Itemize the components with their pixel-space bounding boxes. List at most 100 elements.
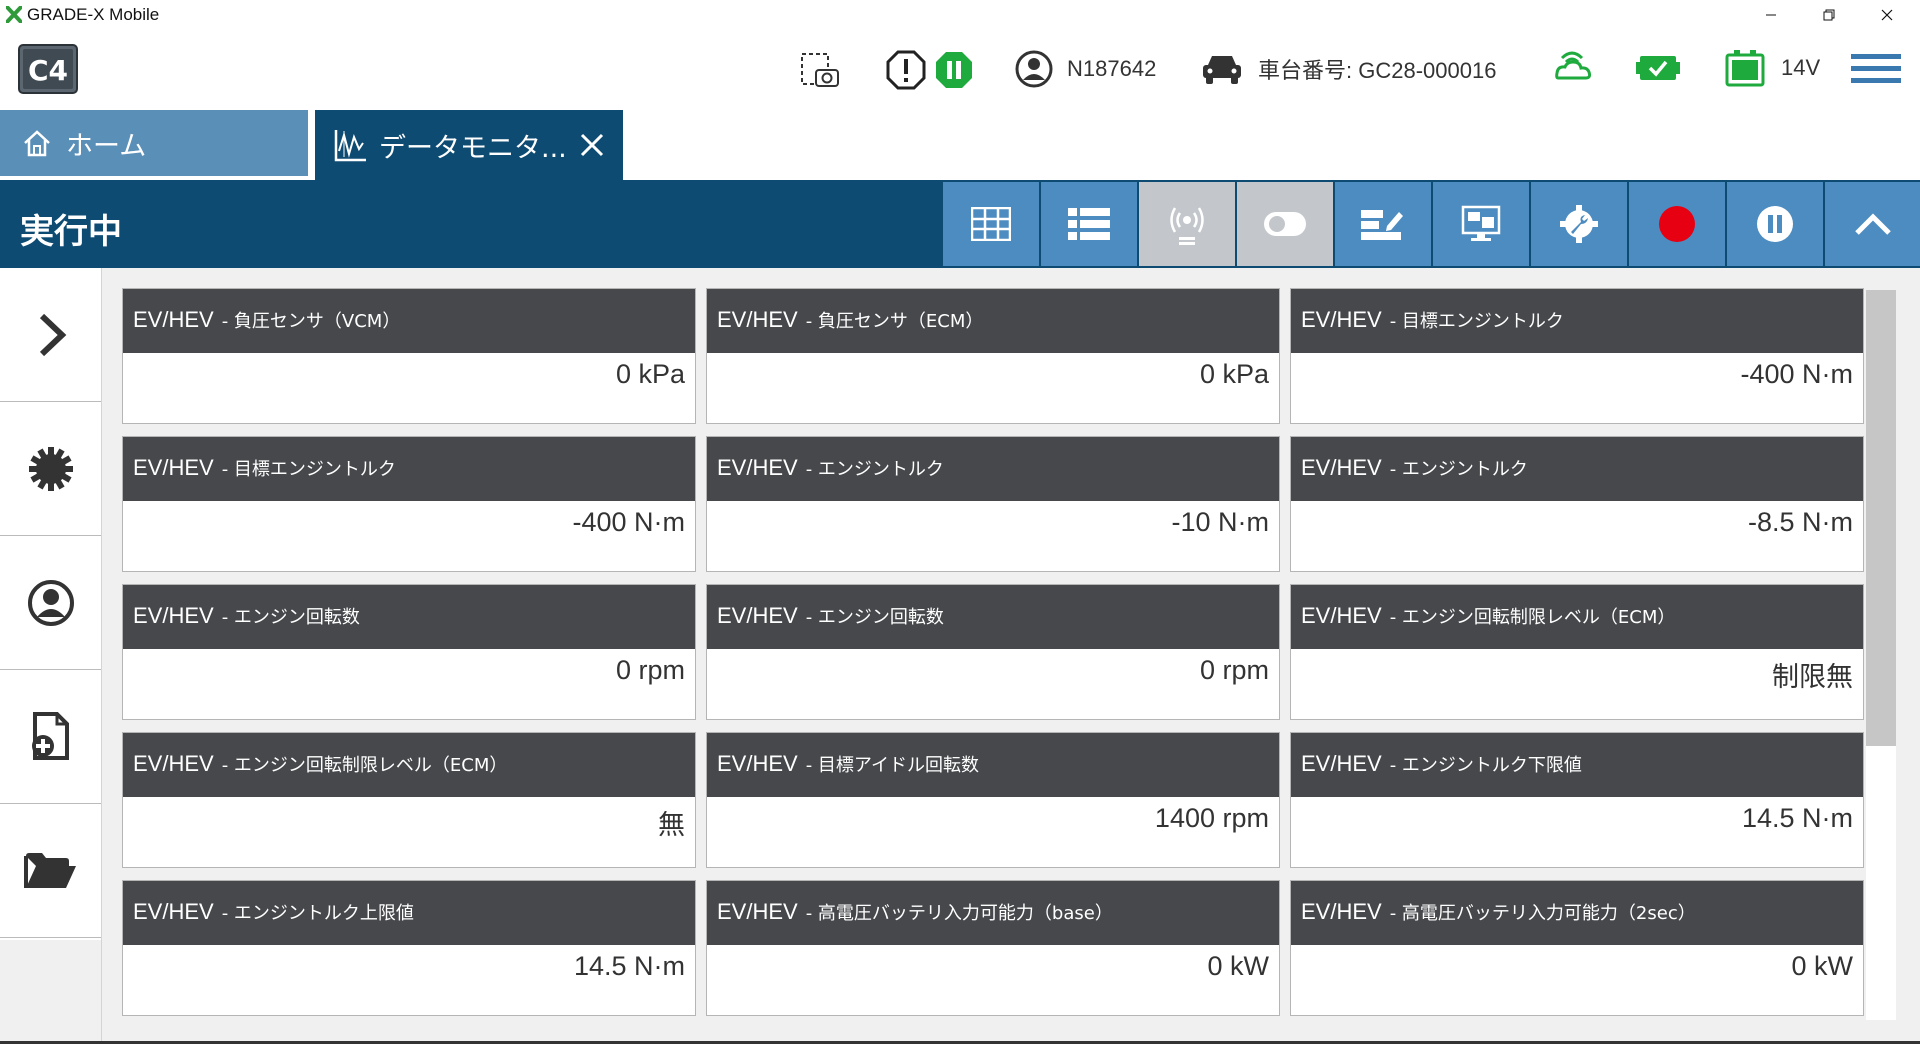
signal-button[interactable]	[1139, 182, 1235, 266]
data-card-category: EV/HEV	[133, 751, 214, 776]
pause-status-button[interactable]	[934, 50, 974, 90]
data-card[interactable]: EV/HEV - 高電圧バッテリ入力可能力（base） 0 kW	[706, 880, 1280, 1016]
data-card[interactable]: EV/HEV - 目標アイドル回転数 1400 rpm	[706, 732, 1280, 868]
data-card[interactable]: EV/HEV - エンジントルク -8.5 N·m	[1290, 436, 1864, 572]
tab-data-monitor[interactable]: データモニタ...	[315, 110, 623, 180]
data-card-parameter: - 高電圧バッテリ入力可能力（2sec）	[1389, 903, 1696, 924]
app-logo-icon	[6, 6, 22, 23]
scrollbar-thumb[interactable]	[1866, 290, 1896, 746]
data-card-parameter: - エンジントルク	[805, 459, 944, 480]
data-card[interactable]: EV/HEV - エンジントルク上限値 14.5 N·m	[122, 880, 696, 1016]
wireless-status[interactable]	[1552, 48, 1592, 88]
sidebar-expand-button[interactable]	[0, 268, 101, 402]
data-card[interactable]: EV/HEV - 目標エンジントルク -400 N·m	[122, 436, 696, 572]
list-view-icon	[1068, 208, 1110, 240]
grid-view-button[interactable]	[943, 182, 1039, 266]
data-card-parameter: - 高電圧バッテリ入力可能力（base）	[805, 903, 1113, 924]
data-card-parameter: - 目標アイドル回転数	[805, 755, 980, 776]
vehicle-info[interactable]: 車台番号: GC28-000016	[1200, 51, 1496, 87]
user-id: N187642	[1067, 56, 1157, 81]
c4-logo-icon: C4	[18, 44, 78, 94]
data-card[interactable]: EV/HEV - 負圧センサ（VCM） 0 kPa	[122, 288, 696, 424]
gear-icon	[28, 446, 73, 491]
data-card[interactable]: EV/HEV - エンジン回転制限レベル（ECM） 無	[122, 732, 696, 868]
tab-home[interactable]: ホーム	[0, 110, 308, 176]
data-card-header: EV/HEV - エンジン回転制限レベル（ECM）	[123, 733, 695, 797]
data-card-header: EV/HEV - エンジントルク上限値	[123, 881, 695, 945]
display-icon	[1461, 205, 1501, 241]
wrench-gear-icon	[1560, 205, 1598, 243]
data-card-header: EV/HEV - 高電圧バッテリ入力可能力（base）	[707, 881, 1279, 945]
app-logo: C4	[18, 44, 78, 94]
data-card[interactable]: EV/HEV - エンジン回転数 0 rpm	[122, 584, 696, 720]
warning-button[interactable]	[886, 50, 926, 90]
home-icon	[24, 130, 50, 157]
data-card-value: -8.5 N·m	[1747, 507, 1853, 537]
data-card-category: EV/HEV	[717, 603, 798, 628]
edit-button[interactable]	[1335, 182, 1431, 266]
data-card[interactable]: EV/HEV - エンジン回転制限レベル（ECM） 制限無	[1290, 584, 1864, 720]
data-card-category: EV/HEV	[717, 455, 798, 480]
settings-button[interactable]	[1531, 182, 1627, 266]
data-card[interactable]: EV/HEV - 負圧センサ（ECM） 0 kPa	[706, 288, 1280, 424]
data-card-category: EV/HEV	[1301, 899, 1382, 924]
title-bar: GRADE-X Mobile	[0, 0, 1920, 30]
screenshot-icon	[801, 53, 839, 87]
data-card-category: EV/HEV	[1301, 603, 1382, 628]
sidebar-settings-button[interactable]	[0, 402, 101, 536]
svg-text:C4: C4	[28, 54, 68, 87]
main-menu-button[interactable]	[1851, 52, 1901, 86]
data-card-parameter: - エンジン回転数	[221, 607, 360, 628]
pause-status-icon	[936, 52, 972, 88]
display-button[interactable]	[1433, 182, 1529, 266]
data-card[interactable]: EV/HEV - エンジン回転数 0 rpm	[706, 584, 1280, 720]
data-card[interactable]: EV/HEV - 高電圧バッテリ入力可能力（2sec） 0 kW	[1290, 880, 1864, 1016]
record-button[interactable]	[1629, 182, 1725, 266]
device-status[interactable]	[1635, 50, 1681, 86]
toggle-button[interactable]	[1237, 182, 1333, 266]
data-card-category: EV/HEV	[133, 603, 214, 628]
close-window-button[interactable]	[1858, 0, 1916, 30]
minimize-icon	[1766, 14, 1776, 16]
user-icon	[27, 579, 74, 626]
restore-button[interactable]	[1800, 0, 1858, 30]
user-info[interactable]: N187642	[1015, 50, 1156, 88]
minimize-button[interactable]	[1742, 0, 1800, 30]
vehicle-number: 車台番号: GC28-000016	[1258, 58, 1497, 83]
data-card-category: EV/HEV	[717, 899, 798, 924]
screenshot-button[interactable]	[800, 50, 840, 90]
data-card-parameter: - エンジン回転制限レベル（ECM）	[221, 755, 508, 776]
pause-icon	[1757, 206, 1793, 242]
sidebar-new-file-button[interactable]	[0, 670, 101, 804]
data-card-header: EV/HEV - エンジントルク	[707, 437, 1279, 501]
data-card[interactable]: EV/HEV - 目標エンジントルク -400 N·m	[1290, 288, 1864, 424]
data-card-parameter: - エンジン回転数	[805, 607, 944, 628]
data-card-header: EV/HEV - エンジン回転数	[707, 585, 1279, 649]
chevron-up-icon	[1854, 213, 1891, 235]
collapse-button[interactable]	[1825, 182, 1920, 266]
restore-icon	[1823, 9, 1835, 21]
edit-icon	[1361, 210, 1403, 240]
data-card[interactable]: EV/HEV - エンジントルク下限値 14.5 N·m	[1290, 732, 1864, 868]
data-card-parameter: - 負圧センサ（VCM）	[221, 311, 401, 332]
battery-check-icon	[1636, 56, 1680, 80]
window-title: GRADE-X Mobile	[27, 5, 160, 24]
data-card-header: EV/HEV - エンジントルク	[1291, 437, 1863, 501]
status-header: C4 N187642 車台番号: GC28-000016 14V	[0, 30, 1920, 110]
pause-button[interactable]	[1727, 182, 1823, 266]
data-card-value: 14.5 N·m	[1741, 803, 1853, 833]
record-icon	[1659, 206, 1695, 242]
sidebar-empty-area	[0, 940, 101, 1044]
folder-open-icon	[23, 852, 76, 888]
data-card[interactable]: EV/HEV - エンジントルク -10 N·m	[706, 436, 1280, 572]
data-card-parameter: - エンジン回転制限レベル（ECM）	[1389, 607, 1676, 628]
sidebar-open-folder-button[interactable]	[0, 804, 101, 938]
tab-data-monitor-label: データモニタ...	[379, 132, 567, 164]
list-view-button[interactable]	[1041, 182, 1137, 266]
data-card-value: 0 kPa	[1199, 359, 1269, 389]
data-card-category: EV/HEV	[1301, 751, 1382, 776]
data-card-value: -400 N·m	[572, 507, 685, 537]
data-card-value: 0 kW	[1207, 951, 1269, 981]
sidebar-user-button[interactable]	[0, 536, 101, 670]
close-tab-icon[interactable]	[579, 132, 605, 158]
